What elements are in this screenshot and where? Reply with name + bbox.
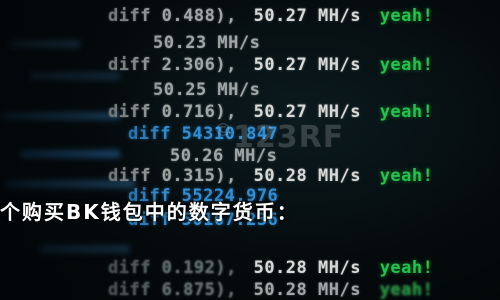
rate-text: 50.27 MH/s [253, 102, 361, 122]
status-text: yeah! [379, 55, 434, 75]
watermark-text: 123RF [233, 120, 345, 155]
status-text: yeah! [379, 166, 434, 186]
rate-text: 50.27 MH/s [253, 55, 361, 75]
status-text: yeah! [379, 102, 434, 122]
watermark: ©123RF [214, 120, 344, 155]
status-text: yeah! [379, 258, 434, 278]
status-text: yeah! [379, 280, 434, 300]
left-vignette [0, 0, 170, 300]
rate-text: 50.28 MH/s [253, 258, 361, 278]
terminal-photo: diff 0.488), 50.27 MH/s yeah! 50.23 MH/s… [0, 0, 500, 300]
rate-text: 50.28 MH/s [253, 166, 361, 186]
rate-text: 50.28 MH/s [253, 280, 361, 300]
copyright-symbol: © [214, 120, 233, 141]
rate-text: 50.27 MH/s [253, 6, 361, 26]
caption-text: 个购买BK钱包中的数字货币： [0, 200, 299, 222]
status-text: yeah! [379, 6, 434, 26]
